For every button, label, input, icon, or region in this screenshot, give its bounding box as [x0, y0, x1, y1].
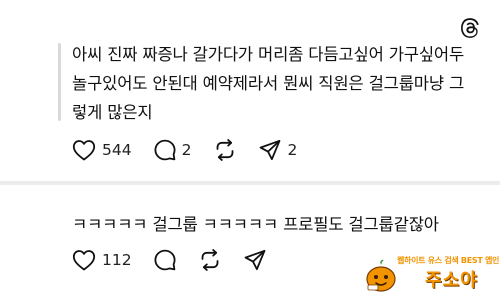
comment-button[interactable]: 2 [154, 139, 192, 161]
share-button[interactable]: 2 [259, 139, 297, 161]
like-count: 112 [102, 251, 132, 269]
mascot-icon [366, 259, 396, 292]
repost-button[interactable] [198, 249, 222, 271]
comment-icon [154, 139, 176, 161]
thread-connector-line [58, 43, 61, 121]
repost-icon [201, 249, 218, 271]
repost-icon [217, 139, 234, 161]
heart-icon [72, 140, 96, 161]
post-actions: 112 [72, 245, 288, 275]
watermark-brand: 주소야 [425, 270, 478, 291]
send-icon [260, 139, 281, 161]
threads-screenshot: 아씨 진짜 짜증나 갈가다가 머리좀 다듬고싶어 가구싶어두 놀구있어도 안된대… [0, 0, 500, 293]
comment-icon [154, 249, 176, 271]
share-button[interactable] [244, 249, 266, 271]
repost-button[interactable] [213, 139, 237, 161]
send-icon [244, 249, 265, 271]
heart-icon [72, 250, 96, 271]
like-button[interactable]: 112 [72, 249, 132, 271]
comment-button[interactable] [154, 249, 176, 271]
post-text: 아씨 진짜 짜증나 갈가다가 머리좀 다듬고싶어 가구싶어두 놀구있어도 안된대… [72, 45, 465, 122]
post-text: ㅋㅋㅋㅋㅋ 걸그룹 ㅋㅋㅋㅋㅋ 프로필도 걸그룹같잖아 [72, 215, 439, 234]
watermark-subtitle: 웹하이트 유스 검색 BEST 앱인 [397, 256, 500, 265]
watermark: 웹하이트 유스 검색 BEST 앱인 주소야 [355, 254, 500, 293]
comment-count: 2 [181, 141, 192, 159]
thread-post: 아씨 진짜 짜증나 갈가다가 머리좀 다듬고싶어 가구싶어두 놀구있어도 안된대… [0, 0, 500, 181]
like-count: 544 [102, 141, 132, 159]
like-button[interactable]: 544 [72, 139, 132, 161]
post-actions: 544 2 2 [72, 135, 319, 165]
share-count: 2 [287, 141, 298, 159]
